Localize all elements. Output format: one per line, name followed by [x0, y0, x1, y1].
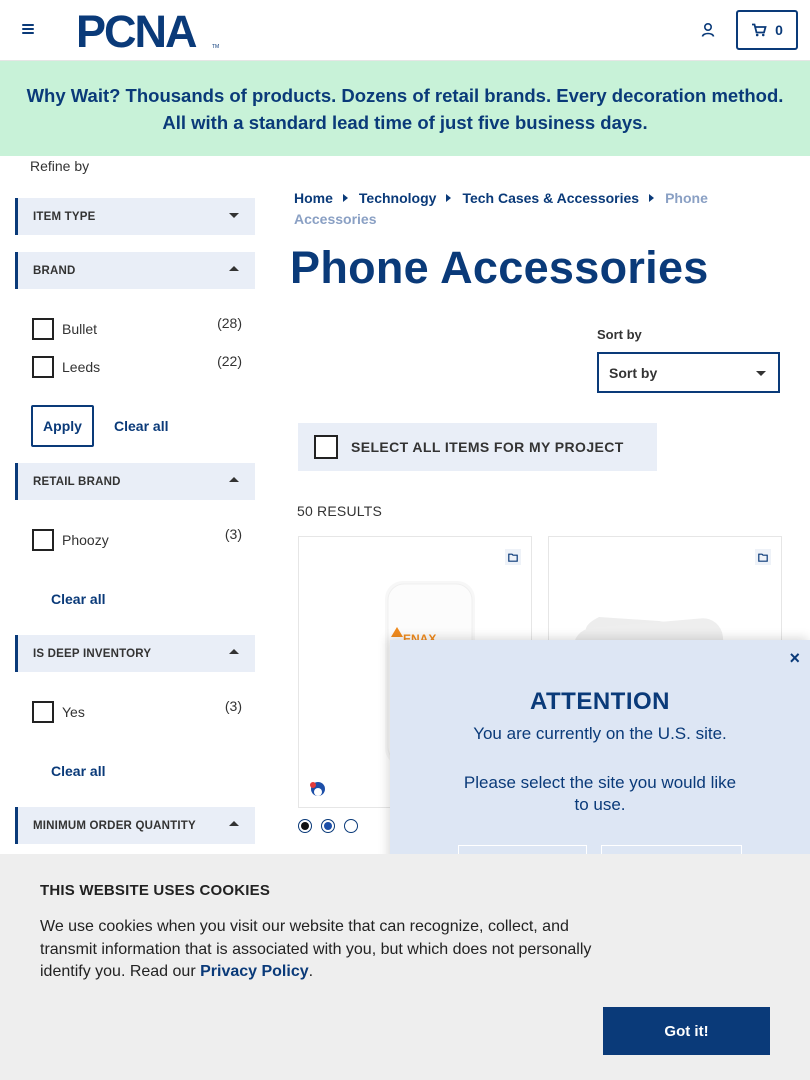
deep-inventory-clear-all-link[interactable]: Clear all [51, 763, 105, 779]
sort-label: Sort by [597, 327, 642, 342]
facet-deep-inventory[interactable]: IS DEEP INVENTORY [15, 635, 255, 672]
site-header: PCNA TM 0 [0, 0, 810, 61]
retail-brand-clear-all-link[interactable]: Clear all [51, 591, 105, 607]
svg-text:PCNA: PCNA [76, 10, 197, 50]
refine-label: Refine by [30, 158, 90, 174]
brand-option-bullet[interactable]: Bullet (28) [32, 315, 242, 341]
got-it-button[interactable]: Got it! [603, 1007, 770, 1055]
deep-inventory-option-yes[interactable]: Yes (3) [32, 698, 242, 724]
chevron-up-icon [229, 821, 239, 826]
facet-item-type[interactable]: ITEM TYPE [15, 198, 255, 235]
cart-button[interactable]: 0 [736, 10, 798, 50]
facet-retail-brand[interactable]: RETAIL BRAND [15, 463, 255, 500]
cart-icon [752, 23, 767, 37]
facet-minimum-order-quantity[interactable]: MINIMUM ORDER QUANTITY [15, 807, 255, 844]
chevron-up-icon [229, 649, 239, 654]
color-swatches [298, 819, 358, 833]
user-account-icon[interactable] [700, 22, 716, 38]
privacy-policy-link[interactable]: Privacy Policy [200, 963, 309, 980]
checkbox[interactable] [32, 529, 54, 551]
modal-select-site-text: Please select the site you would like to… [463, 773, 737, 814]
swatch-black[interactable] [298, 819, 312, 833]
promo-text: Why Wait? Thousands of products. Dozens … [26, 84, 784, 133]
swatch-white[interactable] [344, 819, 358, 833]
brand-option-leeds[interactable]: Leeds (22) [32, 353, 242, 379]
breadcrumb-technology[interactable]: Technology [359, 190, 437, 206]
sort-select[interactable]: Sort by [597, 352, 780, 393]
close-icon[interactable]: × [789, 648, 800, 669]
cookie-text: We use cookies when you visit our websit… [40, 918, 592, 980]
modal-title: ATTENTION [529, 688, 671, 715]
chevron-up-icon [229, 266, 239, 271]
checkbox[interactable] [32, 356, 54, 378]
facet-brand[interactable]: BRAND [15, 252, 255, 289]
checkbox[interactable] [32, 701, 54, 723]
cookie-title: THIS WEBSITE USES COOKIES [40, 882, 271, 899]
page-title: Phone Accessories [290, 242, 709, 293]
brand-clear-all-link[interactable]: Clear all [114, 418, 168, 434]
breadcrumb-home[interactable]: Home [294, 190, 333, 206]
checkbox[interactable] [314, 435, 338, 459]
results-count: 50 RESULTS [297, 503, 382, 519]
hamburger-menu-icon[interactable] [20, 22, 36, 38]
promo-banner: Why Wait? Thousands of products. Dozens … [0, 61, 810, 156]
chevron-down-icon [229, 213, 239, 218]
pcna-logo[interactable]: PCNA TM [76, 6, 224, 57]
caret-right-icon [649, 194, 655, 202]
modal-current-site-text: You are currently on the U.S. site. [473, 724, 727, 743]
swatch-blue[interactable] [321, 819, 335, 833]
caret-right-icon [446, 194, 452, 202]
apply-button[interactable]: Apply [31, 405, 94, 447]
chevron-up-icon [229, 477, 239, 482]
cookie-banner: THIS WEBSITE USES COOKIES We use cookies… [0, 854, 810, 1080]
chevron-down-icon [756, 371, 766, 376]
retail-brand-option-phoozy[interactable]: Phoozy (3) [32, 526, 242, 552]
svg-text:TM: TM [212, 44, 219, 50]
select-all-items[interactable]: SELECT ALL ITEMS FOR MY PROJECT [298, 423, 657, 471]
caret-right-icon [342, 194, 348, 202]
checkbox[interactable] [32, 318, 54, 340]
breadcrumb: Home Technology Tech Cases & Accessories Ph… [294, 188, 774, 230]
cart-count: 0 [775, 22, 783, 38]
breadcrumb-tech-cases[interactable]: Tech Cases & Accessories [462, 190, 639, 206]
